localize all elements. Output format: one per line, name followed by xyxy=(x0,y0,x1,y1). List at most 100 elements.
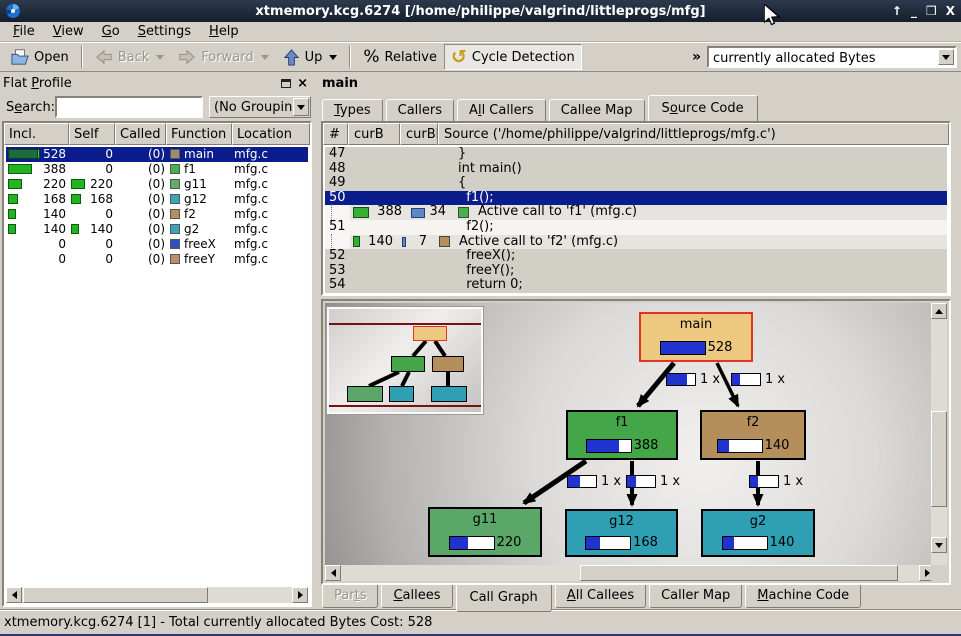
column-header-function[interactable]: Function xyxy=(166,123,232,145)
scroll-left-button[interactable] xyxy=(325,565,341,581)
graph-node-g2[interactable]: g2140 xyxy=(701,509,815,557)
scroll-up-button[interactable] xyxy=(931,303,947,319)
call-graph-viewport[interactable]: main528f1388f2140g11220g12168g21401 x1 x… xyxy=(325,303,935,569)
graph-overview-minimap[interactable] xyxy=(327,307,483,414)
flat-profile-row-g12[interactable]: 168168(0)g12mfg.c xyxy=(6,192,308,207)
self-bar xyxy=(71,194,81,204)
tab-types[interactable]: Types xyxy=(322,99,383,121)
hscroll-thumb[interactable] xyxy=(23,587,208,603)
graph-node-g12[interactable]: g12168 xyxy=(565,509,678,557)
source-column-header[interactable]: curB xyxy=(348,123,400,145)
up-dropdown-icon[interactable] xyxy=(329,55,337,60)
tab-call-graph[interactable]: Call Graph xyxy=(456,585,552,612)
source-call-row[interactable]: 1407Active call to 'f2' (mfg.c) xyxy=(325,235,947,250)
vscroll-thumb[interactable] xyxy=(931,411,947,507)
location-cell: mfg.c xyxy=(234,162,308,177)
hscroll-thumb[interactable] xyxy=(580,565,898,581)
scroll-left-button[interactable] xyxy=(6,587,22,603)
column-header-called[interactable]: Called xyxy=(115,123,166,145)
function-cell: f1 xyxy=(168,162,234,177)
source-column-header[interactable]: Source ('/home/philippe/valgrind/littlep… xyxy=(438,123,949,145)
incl-cell: 140 xyxy=(6,222,69,237)
relative-button[interactable]: % Relative xyxy=(356,44,444,70)
tab-caller-map[interactable]: Caller Map xyxy=(649,585,742,608)
graph-node-label: f1 xyxy=(568,415,676,430)
column-header-incl[interactable]: Incl. xyxy=(4,123,69,145)
graph-node-f2[interactable]: f2140 xyxy=(700,410,806,460)
toolbar-overflow-chevron[interactable]: » xyxy=(692,49,701,65)
shade-button[interactable]: ↑ xyxy=(892,0,902,22)
dock-close-icon[interactable]: × xyxy=(297,79,308,89)
menu-view[interactable]: View xyxy=(44,22,93,41)
up-button[interactable]: Up xyxy=(276,44,345,70)
source-code-text: f2(); xyxy=(350,220,494,235)
flat-profile-row-freeX[interactable]: 00(0)freeXmfg.c xyxy=(6,237,308,252)
search-input[interactable] xyxy=(55,96,203,118)
graph-node-f1[interactable]: f1388 xyxy=(566,410,678,460)
tab-all-callers[interactable]: All Callers xyxy=(457,99,546,121)
menu-file[interactable]: File xyxy=(4,22,44,41)
graph-hscrollbar[interactable] xyxy=(325,565,935,581)
column-header-location[interactable]: Location xyxy=(232,123,310,145)
tab-callers[interactable]: Callers xyxy=(386,99,454,121)
flat-profile-row-g2[interactable]: 140140(0)g2mfg.c xyxy=(6,222,308,237)
edge-cost-bar-fill xyxy=(732,374,740,385)
tab-source-code[interactable]: Source Code xyxy=(648,95,758,121)
flat-profile-dock-titlebar[interactable]: Flat Profile × xyxy=(3,74,312,93)
column-header-self[interactable]: Self xyxy=(69,123,115,145)
grouping-combobox[interactable]: (No Grouping) xyxy=(209,96,311,118)
source-line-row[interactable]: 51 f2(); xyxy=(325,220,947,235)
line-number-cell: 52 xyxy=(325,249,350,264)
cycle-detection-button[interactable]: ↺ Cycle Detection xyxy=(444,44,582,70)
combo-dropdown-button[interactable] xyxy=(293,98,309,116)
source-call-row[interactable]: 38834Active call to 'f1' (mfg.c) xyxy=(325,205,947,220)
back-button[interactable]: Back xyxy=(88,44,172,70)
minimize-button[interactable]: _ xyxy=(911,0,917,22)
tab-callees[interactable]: Callees xyxy=(381,585,452,608)
edge-call-count-label: 1 x xyxy=(626,474,680,489)
source-line-row[interactable]: 54 return 0; xyxy=(325,278,947,293)
combo-dropdown-button[interactable] xyxy=(938,49,954,65)
source-column-header[interactable]: # xyxy=(323,123,348,145)
flat-profile-row-f1[interactable]: 3880(0)f1mfg.c xyxy=(6,162,308,177)
scroll-right-button[interactable] xyxy=(292,587,308,603)
flat-profile-row-main[interactable]: 5280(0)mainmfg.c xyxy=(6,147,308,162)
source-line-row[interactable]: 48int main() xyxy=(325,162,947,177)
source-line-row[interactable]: 47} xyxy=(325,147,947,162)
source-code-text: } xyxy=(350,147,466,162)
menu-settings[interactable]: Settings xyxy=(129,22,200,41)
flat-profile-table: Incl.SelfCalledFunctionLocation 5280(0)m… xyxy=(2,121,312,607)
edge-cost-bar-icon xyxy=(749,475,779,488)
tab-machine-code[interactable]: Machine Code xyxy=(745,585,861,608)
flat-profile-row-g11[interactable]: 220220(0)g11mfg.c xyxy=(6,177,308,192)
graph-node-g11[interactable]: g11220 xyxy=(428,507,542,557)
dock-float-icon[interactable] xyxy=(281,79,291,88)
edge-cost-bar-icon xyxy=(666,373,696,386)
flat-profile-row-f2[interactable]: 1400(0)f2mfg.c xyxy=(6,207,308,222)
source-line-row[interactable]: 50 f1(); xyxy=(325,191,947,206)
forward-dropdown-icon[interactable] xyxy=(261,55,269,60)
flat-profile-row-freeY[interactable]: 00(0)freeYmfg.c xyxy=(6,252,308,267)
menu-go[interactable]: Go xyxy=(93,22,129,41)
source-line-row[interactable]: 52 freeX(); xyxy=(325,249,947,264)
source-column-header[interactable]: curBk xyxy=(400,123,438,145)
grouping-value: (No Grouping) xyxy=(214,100,292,115)
graph-vscrollbar[interactable] xyxy=(931,303,947,569)
maximize-button[interactable]: ❒ xyxy=(926,0,937,22)
graph-node-main[interactable]: main528 xyxy=(639,312,753,362)
titlebar[interactable]: xtmemory.kcg.6274 [/home/philippe/valgri… xyxy=(0,0,961,22)
menu-help[interactable]: Help xyxy=(200,22,248,41)
source-line-row[interactable]: 49{ xyxy=(325,176,947,191)
self-cell: 0 xyxy=(69,162,116,177)
source-line-row[interactable]: 53 freeY(); xyxy=(325,264,947,279)
forward-button[interactable]: Forward xyxy=(171,44,275,70)
back-dropdown-icon[interactable] xyxy=(156,55,164,60)
tab-callee-map[interactable]: Callee Map xyxy=(549,99,645,121)
self-cell: 0 xyxy=(69,252,116,267)
scroll-down-button[interactable] xyxy=(931,537,947,553)
open-button[interactable]: Open xyxy=(4,44,76,70)
event-type-combobox[interactable]: currently allocated Bytes xyxy=(707,46,957,68)
tab-all-callees[interactable]: All Callees xyxy=(555,585,646,608)
close-button[interactable]: X xyxy=(946,0,955,22)
function-color-icon xyxy=(170,194,180,204)
